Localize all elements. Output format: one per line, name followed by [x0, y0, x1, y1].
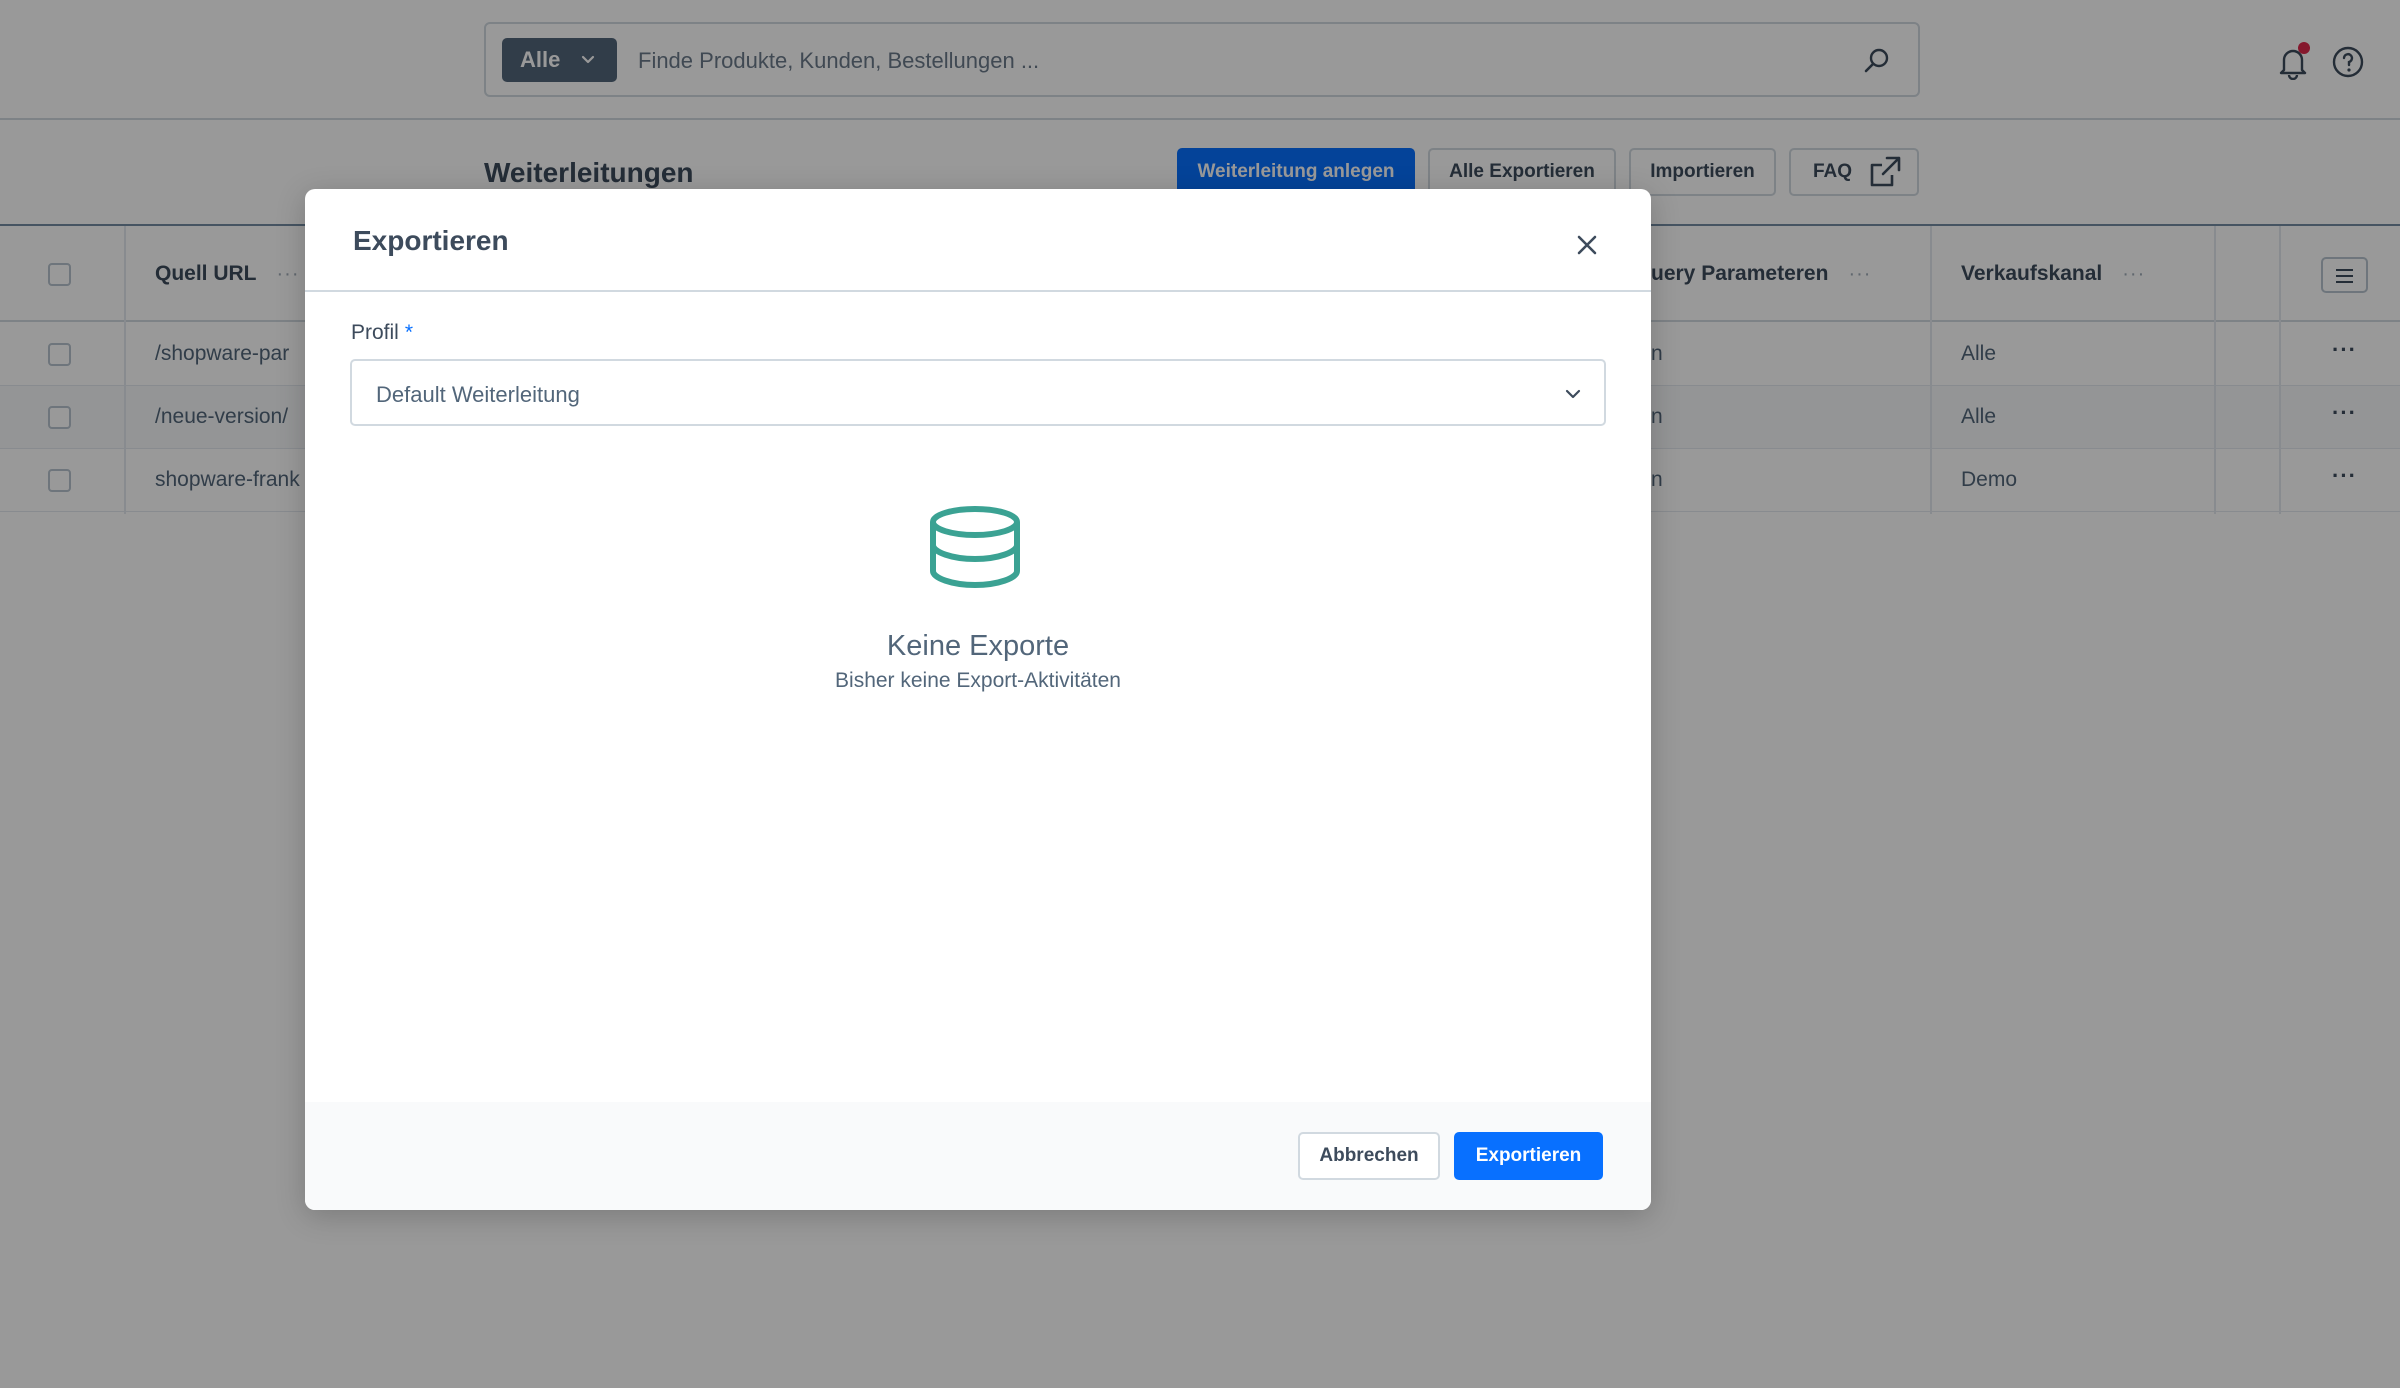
modal-header: Exportieren	[305, 189, 1651, 292]
profile-select-value: Default Weiterleitung	[376, 382, 580, 407]
modal-title: Exportieren	[353, 225, 509, 256]
database-icon	[930, 506, 1020, 589]
empty-state-title: Keine Exporte	[886, 630, 1070, 662]
profile-select[interactable]: Default Weiterleitung	[350, 359, 1606, 426]
close-icon[interactable]	[1573, 231, 1601, 259]
required-mark: *	[404, 321, 414, 344]
export-button[interactable]: Exportieren	[1454, 1132, 1603, 1180]
cancel-button[interactable]: Abbrechen	[1298, 1132, 1440, 1180]
chevron-down-icon	[1565, 389, 1581, 399]
export-modal: Exportieren Profil * Default Weiterleitun…	[305, 189, 1651, 1210]
modal-footer: Abbrechen Exportieren	[305, 1102, 1651, 1210]
profile-label: Profil *	[351, 321, 414, 344]
empty-state-subtitle: Bisher keine Export-Aktivitäten	[835, 669, 1121, 692]
